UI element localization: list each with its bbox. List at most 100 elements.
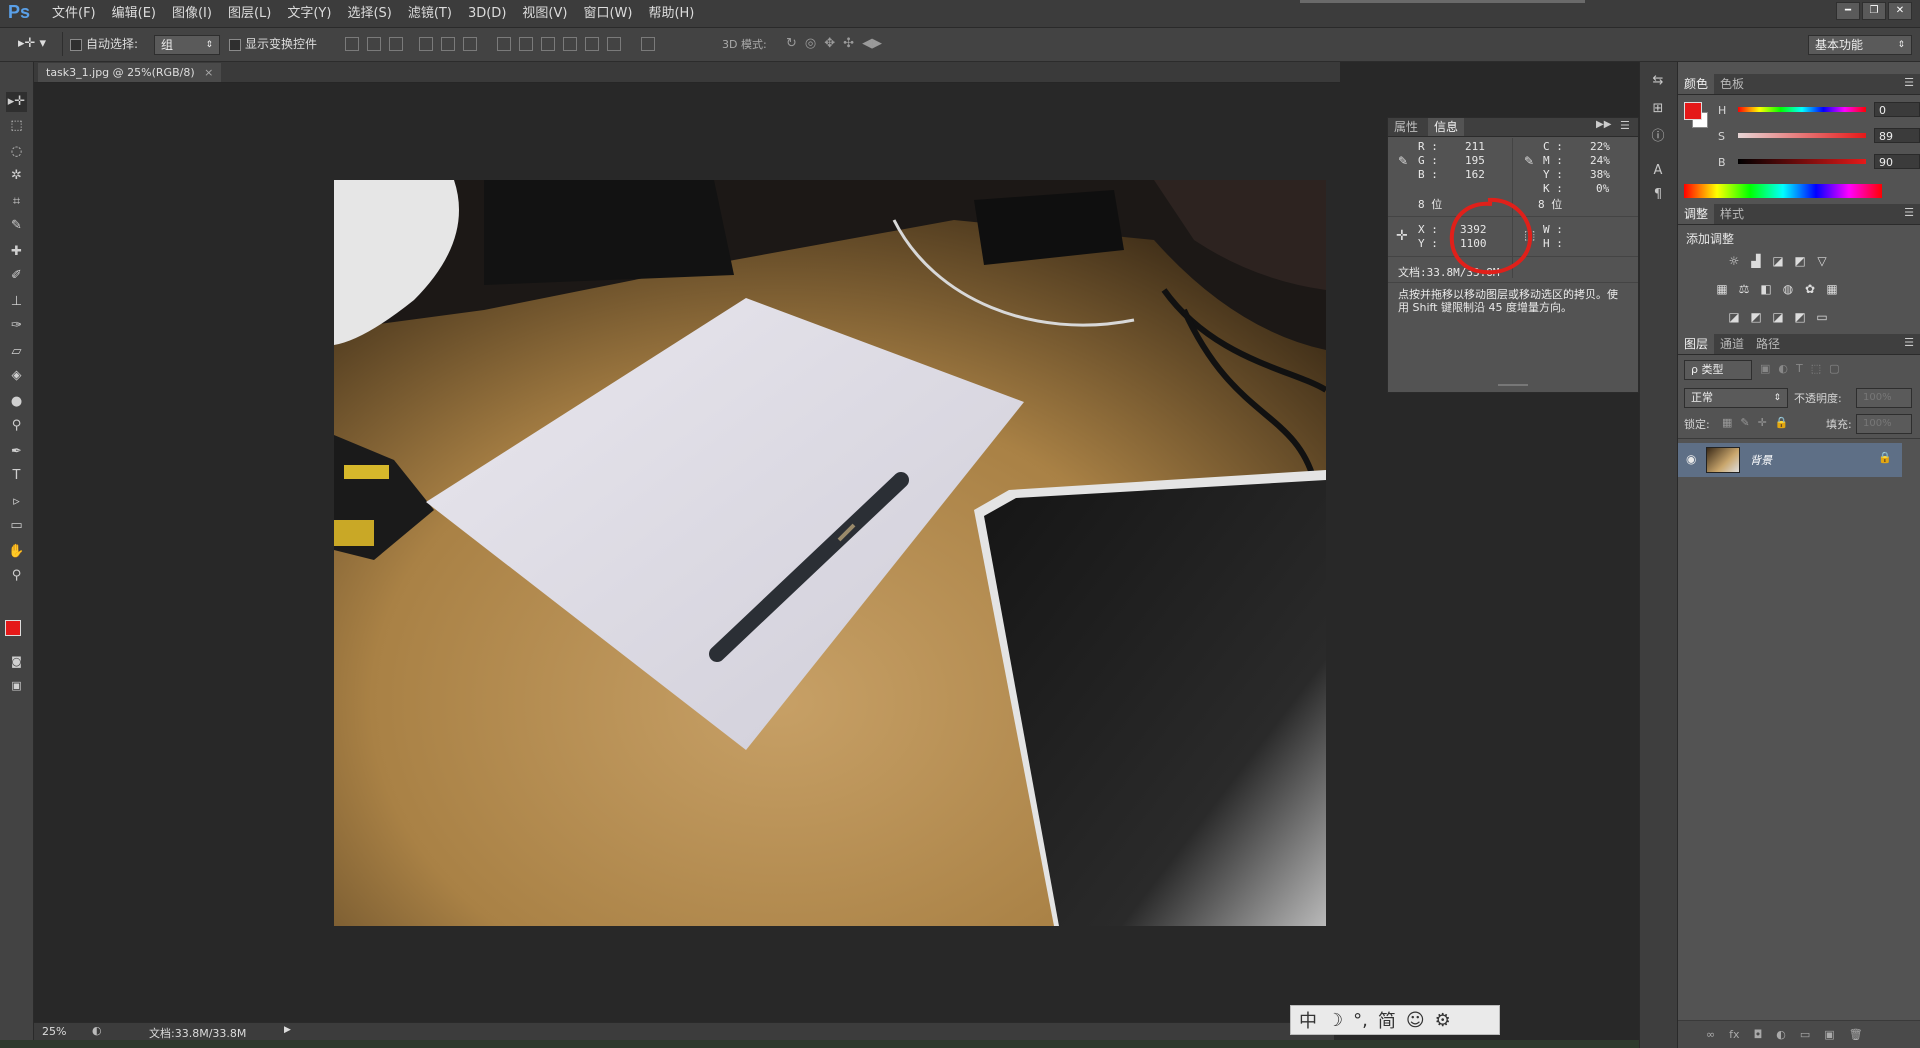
- selective-color-icon[interactable]: ◩: [1792, 310, 1808, 324]
- align-left-icon[interactable]: [419, 37, 433, 51]
- filter-adjustment-icon[interactable]: ◐: [1778, 362, 1788, 375]
- align-right-icon[interactable]: [463, 37, 477, 51]
- menu-3d[interactable]: 3D(D): [460, 0, 514, 27]
- rectangle-tool-icon[interactable]: ▭: [6, 516, 27, 536]
- tab-channels[interactable]: 通道: [1714, 334, 1750, 354]
- healing-brush-tool-icon[interactable]: ✚: [6, 242, 27, 262]
- delete-layer-icon[interactable]: 🗑: [1849, 1028, 1863, 1041]
- 3d-slide-icon[interactable]: ✣: [843, 36, 854, 51]
- eyedropper-cmyk-icon[interactable]: ✎: [1524, 154, 1534, 168]
- eyedropper-tool-icon[interactable]: ✎: [6, 216, 27, 236]
- 3d-roll-icon[interactable]: ◎: [805, 36, 816, 51]
- magic-wand-tool-icon[interactable]: ✲: [6, 166, 27, 186]
- photo-filter-icon[interactable]: ◍: [1780, 282, 1796, 296]
- screen-mode-icon[interactable]: ▣: [6, 676, 27, 696]
- collapse-panel-icon[interactable]: ▶▶: [1596, 119, 1611, 130]
- restore-button[interactable]: ❐: [1862, 2, 1886, 20]
- 3d-rotate-icon[interactable]: ↻: [786, 36, 797, 51]
- quick-mask-icon[interactable]: ◙: [6, 652, 27, 672]
- black-white-icon[interactable]: ◧: [1758, 282, 1774, 296]
- panel-menu-icon[interactable]: ☰: [1620, 119, 1630, 132]
- distribute-right-icon[interactable]: [607, 37, 621, 51]
- menu-select[interactable]: 选择(S): [339, 0, 399, 27]
- hand-tool-icon[interactable]: ✋: [6, 542, 27, 562]
- add-mask-icon[interactable]: ◘: [1754, 1028, 1763, 1041]
- panel-menu-icon[interactable]: ☰: [1904, 206, 1914, 219]
- auto-select-checkbox[interactable]: [70, 39, 82, 51]
- menu-window[interactable]: 窗口(W): [575, 0, 640, 27]
- distribute-top-icon[interactable]: [497, 37, 511, 51]
- marquee-tool-icon[interactable]: ⬚: [6, 116, 27, 136]
- distribute-vcenter-icon[interactable]: [519, 37, 533, 51]
- history-panel-icon[interactable]: ⇆: [1649, 72, 1667, 90]
- status-menu-arrow-icon[interactable]: ▶: [284, 1025, 291, 1035]
- posterize-icon[interactable]: ◩: [1748, 310, 1764, 324]
- exposure-icon[interactable]: ◩: [1792, 254, 1808, 268]
- align-hcenter-icon[interactable]: [441, 37, 455, 51]
- new-layer-icon[interactable]: ▣: [1824, 1028, 1834, 1041]
- ime-half-width-icon[interactable]: ☽: [1327, 1010, 1343, 1031]
- lock-image-icon[interactable]: ✎: [1740, 416, 1749, 429]
- status-info-icon[interactable]: ◐: [92, 1024, 102, 1037]
- filter-smart-icon[interactable]: ▢: [1829, 362, 1839, 375]
- paint-bucket-tool-icon[interactable]: ◈: [6, 366, 27, 386]
- ime-simplified-mode[interactable]: 简: [1378, 1007, 1396, 1033]
- menu-filter[interactable]: 滤镜(T): [400, 0, 460, 27]
- document-tab[interactable]: task3_1.jpg @ 25%(RGB/8) ×: [38, 63, 222, 82]
- filter-pixel-icon[interactable]: ▣: [1760, 362, 1770, 375]
- close-tab-icon[interactable]: ×: [204, 66, 213, 79]
- distribute-hcenter-icon[interactable]: [585, 37, 599, 51]
- info-panel-icon[interactable]: ⓘ: [1649, 128, 1667, 146]
- tab-swatches[interactable]: 色板: [1714, 74, 1750, 94]
- brightness-contrast-icon[interactable]: ☼: [1726, 254, 1742, 268]
- menu-view[interactable]: 视图(V): [514, 0, 575, 27]
- brush-tool-icon[interactable]: ✐: [6, 266, 27, 286]
- new-adjustment-icon[interactable]: ◐: [1776, 1028, 1786, 1041]
- color-balance-icon[interactable]: ⚖: [1736, 282, 1752, 296]
- 3d-pan-icon[interactable]: ✥: [824, 36, 835, 51]
- lock-all-icon[interactable]: 🔒: [1775, 416, 1789, 429]
- navigator-panel-icon[interactable]: ⊞: [1649, 100, 1667, 118]
- crop-tool-icon[interactable]: ⌗: [6, 192, 27, 212]
- distribute-left-icon[interactable]: [563, 37, 577, 51]
- layer-row-background[interactable]: ◉ 背景 🔒: [1678, 443, 1902, 477]
- blur-tool-icon[interactable]: ●: [6, 392, 27, 412]
- menu-help[interactable]: 帮助(H): [640, 0, 702, 27]
- fill-field[interactable]: 100%: [1856, 414, 1912, 434]
- layer-filter-dropdown[interactable]: ρ 类型: [1684, 360, 1752, 380]
- layer-visibility-eye-icon[interactable]: ◉: [1686, 452, 1696, 466]
- s-value-field[interactable]: 89: [1874, 128, 1920, 143]
- clone-stamp-tool-icon[interactable]: ⊥: [6, 292, 27, 312]
- align-bottom-icon[interactable]: [389, 37, 403, 51]
- 3d-scale-icon[interactable]: ◀▶: [862, 36, 882, 51]
- vibrance-icon[interactable]: ▽: [1814, 254, 1830, 268]
- workspace-dropdown[interactable]: 基本功能 ⇕: [1808, 35, 1912, 55]
- menu-type[interactable]: 文字(Y): [279, 0, 339, 27]
- close-button[interactable]: ✕: [1888, 2, 1912, 20]
- panel-resize-grip[interactable]: [1498, 384, 1528, 386]
- panel-menu-icon[interactable]: ☰: [1904, 336, 1914, 349]
- menu-image[interactable]: 图像(I): [164, 0, 220, 27]
- paragraph-panel-icon[interactable]: ¶: [1649, 186, 1667, 204]
- move-tool-preset-icon[interactable]: ▸✛ ▾: [18, 36, 46, 51]
- lock-transparent-icon[interactable]: ▦: [1722, 416, 1732, 429]
- filter-type-icon[interactable]: T: [1796, 362, 1803, 375]
- distribute-bottom-icon[interactable]: [541, 37, 555, 51]
- character-panel-icon[interactable]: A: [1649, 162, 1667, 180]
- blend-mode-dropdown[interactable]: 正常 ⇕: [1684, 388, 1788, 408]
- b-slider[interactable]: [1738, 159, 1866, 164]
- menu-layer[interactable]: 图层(L): [220, 0, 279, 27]
- dodge-tool-icon[interactable]: ⚲: [6, 416, 27, 436]
- tab-properties[interactable]: 属性: [1388, 118, 1424, 136]
- invert-icon[interactable]: ◪: [1726, 310, 1742, 324]
- fx-icon[interactable]: fx: [1729, 1028, 1739, 1041]
- lasso-tool-icon[interactable]: ◌: [6, 142, 27, 162]
- eyedropper-rgb-icon[interactable]: ✎: [1398, 154, 1408, 168]
- pen-tool-icon[interactable]: ✒: [6, 442, 27, 462]
- zoom-level[interactable]: 25%: [42, 1025, 66, 1038]
- tab-color[interactable]: 颜色: [1678, 74, 1715, 94]
- channel-mixer-icon[interactable]: ✿: [1802, 282, 1818, 296]
- zoom-tool-icon[interactable]: ⚲: [6, 566, 27, 586]
- tab-paths[interactable]: 路径: [1750, 334, 1786, 354]
- align-vcenter-icon[interactable]: [367, 37, 381, 51]
